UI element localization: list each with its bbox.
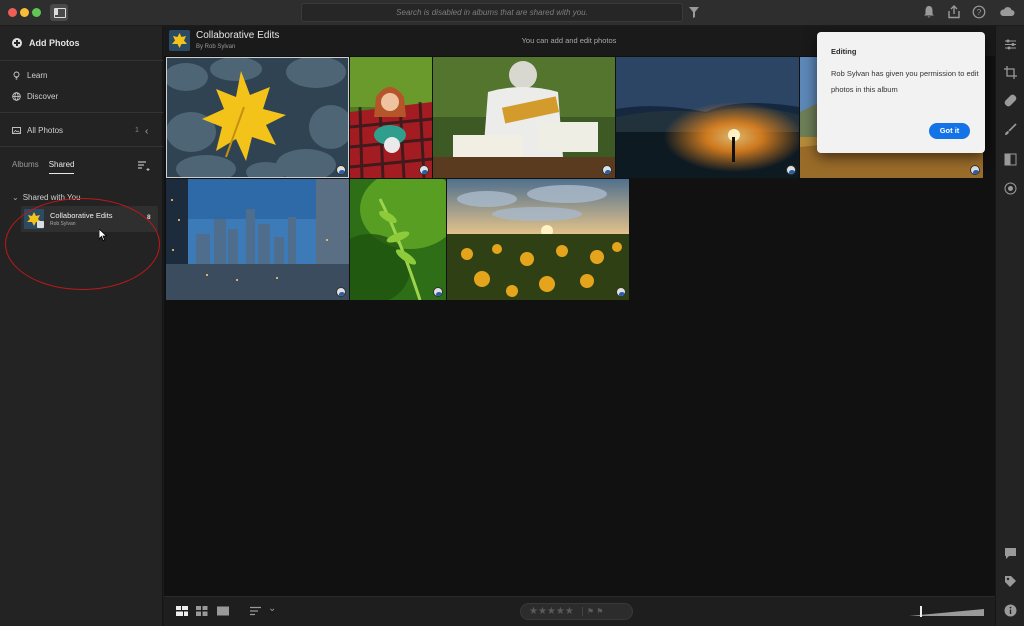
sidebar-item-label: Learn [27, 71, 48, 80]
album-tabs: Albums Shared [12, 160, 75, 174]
linear-gradient-icon[interactable] [1004, 153, 1017, 166]
title-bar: Search is disabled in albums that are sh… [0, 0, 1024, 26]
chevron-down-icon[interactable]: ⌄ [268, 603, 276, 614]
help-icon[interactable]: ? [972, 5, 986, 19]
brush-icon[interactable] [1004, 123, 1017, 136]
photo-thumbnail-sunflowers[interactable] [447, 179, 629, 300]
crop-icon[interactable] [1004, 66, 1017, 79]
add-photos-button[interactable]: Add Photos [12, 36, 80, 50]
tag-icon[interactable] [1004, 575, 1017, 588]
filter-icon[interactable] [689, 7, 699, 18]
contributor-avatar [786, 165, 796, 175]
sort-options-icon[interactable] [250, 606, 262, 616]
thumbnail-size-slider[interactable] [909, 605, 984, 617]
rating-and-flag-control[interactable]: ★★★★★ ⚑ ⚑ [520, 603, 633, 620]
popover-body: Rob Sylvan has given you permission to e… [831, 69, 979, 94]
cloud-icon[interactable] [999, 5, 1015, 19]
collapse-chevron-icon[interactable]: ‹ [145, 126, 148, 137]
bottom-toolbar: ⌄ ★★★★★ ⚑ ⚑ [164, 596, 995, 626]
edit-sliders-icon[interactable] [1004, 38, 1017, 51]
photo-thumbnail-maple-leaf[interactable] [166, 57, 349, 178]
album-byline: By Rob Sylvan [196, 44, 236, 50]
photo-thumbnail-city-skyline[interactable] [166, 179, 349, 300]
photo-thumbnail-light-painting[interactable] [616, 57, 799, 178]
chevron-down-icon: ⌄ [12, 193, 19, 202]
close-window-button[interactable] [8, 8, 17, 17]
info-icon[interactable] [1004, 604, 1017, 617]
maximize-window-button[interactable] [32, 8, 41, 17]
album-header-thumbnail [169, 30, 190, 51]
lightbulb-icon [13, 71, 20, 80]
contributor-avatar [336, 165, 346, 175]
contributor-avatar [419, 165, 429, 175]
sidebar-item-label: Discover [27, 92, 59, 101]
contributor-avatar [336, 287, 346, 297]
divider [0, 112, 163, 113]
plus-circle-icon [12, 38, 22, 48]
editing-permission-popover: Editing Rob Sylvan has given you permiss… [817, 32, 985, 153]
permission-note: You can add and edit photos [521, 36, 617, 45]
square-grid-view-icon[interactable] [196, 606, 208, 616]
contributor-avatar [433, 287, 443, 297]
flag-icons[interactable]: ⚑ ⚑ [581, 607, 603, 616]
star-rating-icons[interactable]: ★★★★★ [529, 606, 574, 617]
comment-icon[interactable] [1004, 547, 1017, 560]
photo-thumbnail-girl-blanket[interactable] [350, 57, 432, 178]
bell-icon[interactable] [922, 5, 936, 19]
sidebar: Add Photos Learn Discover All Photos 1 ‹… [0, 26, 163, 626]
detail-view-icon[interactable] [217, 606, 229, 616]
healing-brush-icon[interactable] [1004, 94, 1017, 107]
photo-thumbnail-fern[interactable] [350, 179, 446, 300]
contributor-avatar [970, 165, 980, 175]
popover-title: Editing [831, 47, 857, 56]
share-icon[interactable] [947, 5, 961, 19]
tab-shared[interactable]: Shared [48, 160, 75, 174]
sidebar-item-all-photos[interactable]: All Photos [12, 126, 63, 135]
contributor-avatar [602, 165, 612, 175]
right-tool-rail [995, 26, 1024, 626]
sidebar-item-learn[interactable]: Learn [12, 71, 47, 80]
photo-thumbnail-beekeeper[interactable] [433, 57, 615, 178]
svg-text:?: ? [977, 8, 982, 17]
sidebar-item-discover[interactable]: Discover [12, 92, 58, 101]
minimize-window-button[interactable] [20, 8, 29, 17]
globe-icon [12, 92, 21, 101]
contributor-avatar [616, 287, 626, 297]
add-photos-label: Add Photos [29, 38, 80, 48]
photo-grid-view-icon[interactable] [176, 606, 188, 616]
sidebar-item-label: All Photos [27, 126, 64, 135]
search-input[interactable]: Search is disabled in albums that are sh… [301, 3, 683, 22]
mouse-cursor-icon [99, 229, 107, 241]
sort-icon[interactable] [138, 161, 150, 171]
tab-albums[interactable]: Albums [12, 160, 39, 174]
sidebar-toggle-icon[interactable] [50, 4, 68, 21]
photos-icon [12, 127, 21, 134]
radial-gradient-icon[interactable] [1004, 182, 1017, 195]
album-title: Collaborative Edits [196, 30, 280, 41]
annotation-circle [5, 198, 160, 290]
divider [0, 60, 163, 61]
divider [0, 146, 163, 147]
got-it-button[interactable]: Got it [929, 123, 970, 139]
all-photos-count: 1 [135, 127, 139, 134]
